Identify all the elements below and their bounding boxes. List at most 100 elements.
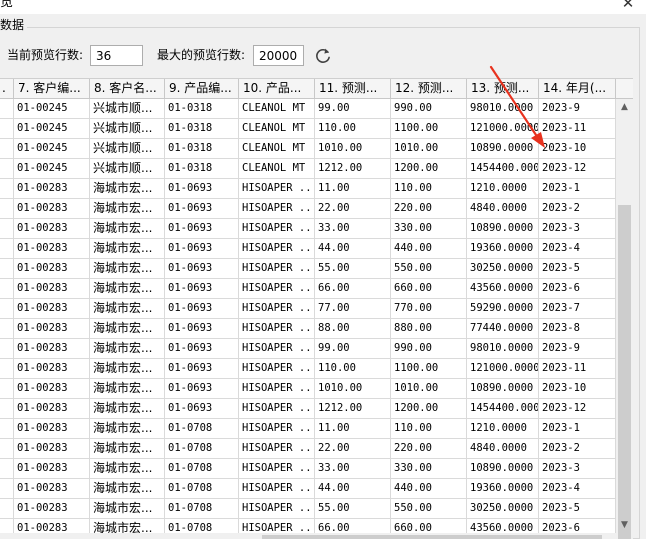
table-row[interactable]: 01-00283 海城市宏... 01-0708 HISOAPER ... 33.00 3… <box>0 459 616 479</box>
table-cell: 01-00283 <box>14 199 90 219</box>
table-cell: 10890.0000 <box>467 379 539 399</box>
table-cell: 01-00283 <box>14 499 90 519</box>
table-cell <box>0 319 14 339</box>
current-rows-input[interactable] <box>90 45 143 66</box>
table-cell: 59290.0000 <box>467 299 539 319</box>
vertical-scroll-thumb[interactable] <box>618 205 631 539</box>
table-cell: 01-00283 <box>14 299 90 319</box>
table-cell <box>0 439 14 459</box>
table-cell: CLEANOL MT <box>239 159 315 179</box>
table-cell: 550.00 <box>391 499 467 519</box>
table-cell <box>0 499 14 519</box>
table-row[interactable]: 01-00283 海城市宏... 01-0693 HISOAPER ... 11.00 1… <box>0 179 616 199</box>
table-row[interactable]: 01-00283 海城市宏... 01-0693 HISOAPER ... 22.00 2… <box>0 199 616 219</box>
table-cell: 2023-2 <box>539 439 616 459</box>
table-cell <box>0 379 14 399</box>
horizontal-scrollbar[interactable] <box>0 533 616 539</box>
table-cell: 01-0693 <box>165 199 239 219</box>
table-cell: 98010.0000 <box>467 99 539 119</box>
table-cell: HISOAPER ... <box>239 199 315 219</box>
table-cell: 1210.0000 <box>467 419 539 439</box>
table-row[interactable]: 01-00245 兴城市顺... 01-0318 CLEANOL MT 99.00 990… <box>0 99 616 119</box>
table-cell: 海城市宏... <box>90 459 165 479</box>
table-cell: 11.00 <box>315 419 391 439</box>
table-cell: 海城市宏... <box>90 299 165 319</box>
table-row[interactable]: 01-00283 海城市宏... 01-0693 HISOAPER ... 55.00 5… <box>0 259 616 279</box>
table-cell: 660.00 <box>391 279 467 299</box>
column-header[interactable]: . <box>0 79 14 99</box>
table-cell: CLEANOL MT <box>239 119 315 139</box>
table-cell: 33.00 <box>315 459 391 479</box>
table-row[interactable]: 01-00245 兴城市顺... 01-0318 CLEANOL MT 1212.00 1… <box>0 159 616 179</box>
table-cell: 海城市宏... <box>90 259 165 279</box>
table-cell: HISOAPER ... <box>239 459 315 479</box>
table-row[interactable]: 01-00283 海城市宏... 01-0708 HISOAPER ... 22.00 2… <box>0 439 616 459</box>
table-cell: 01-00245 <box>14 139 90 159</box>
table-cell: 2023-4 <box>539 479 616 499</box>
table-cell: 99.00 <box>315 339 391 359</box>
table-cell: 01-0693 <box>165 239 239 259</box>
table-cell: 1210.0000 <box>467 179 539 199</box>
table-cell: 550.00 <box>391 259 467 279</box>
table-cell: 4840.0000 <box>467 439 539 459</box>
table-cell: 990.00 <box>391 339 467 359</box>
table-row[interactable]: 01-00283 海城市宏... 01-0693 HISOAPER ... 1010.0… <box>0 379 616 399</box>
table-cell: 01-00283 <box>14 239 90 259</box>
table-cell: 01-0708 <box>165 499 239 519</box>
table-row[interactable]: 01-00283 海城市宏... 01-0708 HISOAPER ... 44.00 4… <box>0 479 616 499</box>
table-cell: 110.00 <box>315 119 391 139</box>
table-cell: HISOAPER ... <box>239 279 315 299</box>
table-cell: 99.00 <box>315 99 391 119</box>
column-header[interactable]: 12. 预测... <box>391 79 467 99</box>
horizontal-scroll-thumb[interactable] <box>262 535 602 539</box>
column-header[interactable]: 9. 产品编... <box>165 79 239 99</box>
table-row[interactable]: 01-00245 兴城市顺... 01-0318 CLEANOL MT 1010.00 1… <box>0 139 616 159</box>
max-rows-input[interactable] <box>253 45 304 66</box>
table-cell: HISOAPER ... <box>239 259 315 279</box>
table-cell: 2023-11 <box>539 119 616 139</box>
table-cell: 1010.00 <box>315 139 391 159</box>
scroll-down-icon[interactable]: ▼ <box>616 517 633 534</box>
table-cell: 22.00 <box>315 439 391 459</box>
table-row[interactable]: 01-00283 海城市宏... 01-0693 HISOAPER ... 1212.0… <box>0 399 616 419</box>
table-cell: 2023-10 <box>539 139 616 159</box>
table-row[interactable]: 01-00283 海城市宏... 01-0693 HISOAPER ... 77.00 7… <box>0 299 616 319</box>
table-row[interactable]: 01-00283 海城市宏... 01-0708 HISOAPER ... 11.00 1… <box>0 419 616 439</box>
window-title: 览 <box>0 0 14 10</box>
table-row[interactable]: 01-00245 兴城市顺... 01-0318 CLEANOL MT 110.00 11… <box>0 119 616 139</box>
vertical-scrollbar[interactable]: ▲ ▼ <box>616 99 633 539</box>
table-cell: CLEANOL MT <box>239 99 315 119</box>
preview-window: 览 ✕ 数据 当前预览行数: 最大的预览行数: .7. 客户编...8. 客户名… <box>0 0 646 539</box>
table-cell: 01-0318 <box>165 139 239 159</box>
column-header[interactable]: 11. 预测... <box>315 79 391 99</box>
table-cell: 55.00 <box>315 259 391 279</box>
column-header[interactable]: 7. 客户编... <box>14 79 90 99</box>
table-cell: 01-0708 <box>165 439 239 459</box>
table-cell: 海城市宏... <box>90 359 165 379</box>
data-grid[interactable]: . 7. 客户编... 8. 客户名... 9. 产品编... 10. 产品... 11.… <box>0 78 633 539</box>
column-header[interactable]: 10. 产品... <box>239 79 315 99</box>
table-cell: 01-0708 <box>165 419 239 439</box>
table-row[interactable]: 01-00283 海城市宏... 01-0693 HISOAPER ... 110.00… <box>0 359 616 379</box>
table-row[interactable]: 01-00283 海城市宏... 01-0693 HISOAPER ... 88.00 8… <box>0 319 616 339</box>
table-cell: 01-00283 <box>14 419 90 439</box>
table-cell: 2023-10 <box>539 379 616 399</box>
table-cell: 01-00283 <box>14 439 90 459</box>
table-cell: 110.00 <box>391 179 467 199</box>
table-row[interactable]: 01-00283 海城市宏... 01-0693 HISOAPER ... 99.00 9… <box>0 339 616 359</box>
close-icon[interactable]: ✕ <box>613 0 643 13</box>
refresh-icon[interactable] <box>312 45 334 67</box>
table-cell: 01-00283 <box>14 459 90 479</box>
table-cell: 33.00 <box>315 219 391 239</box>
scroll-up-icon[interactable]: ▲ <box>616 99 633 116</box>
table-row[interactable]: 01-00283 海城市宏... 01-0693 HISOAPER ... 44.00 4… <box>0 239 616 259</box>
table-cell: 2023-1 <box>539 179 616 199</box>
column-header[interactable]: 14. 年月(... <box>539 79 616 99</box>
table-cell: 海城市宏... <box>90 379 165 399</box>
table-row[interactable]: 01-00283 海城市宏... 01-0708 HISOAPER ... 55.00 5… <box>0 499 616 519</box>
column-header[interactable]: 13. 预测... <box>467 79 539 99</box>
column-header[interactable]: 8. 客户名... <box>90 79 165 99</box>
table-cell: 2023-3 <box>539 219 616 239</box>
table-row[interactable]: 01-00283 海城市宏... 01-0693 HISOAPER ... 33.00 3… <box>0 219 616 239</box>
table-row[interactable]: 01-00283 海城市宏... 01-0693 HISOAPER ... 66.00 6… <box>0 279 616 299</box>
